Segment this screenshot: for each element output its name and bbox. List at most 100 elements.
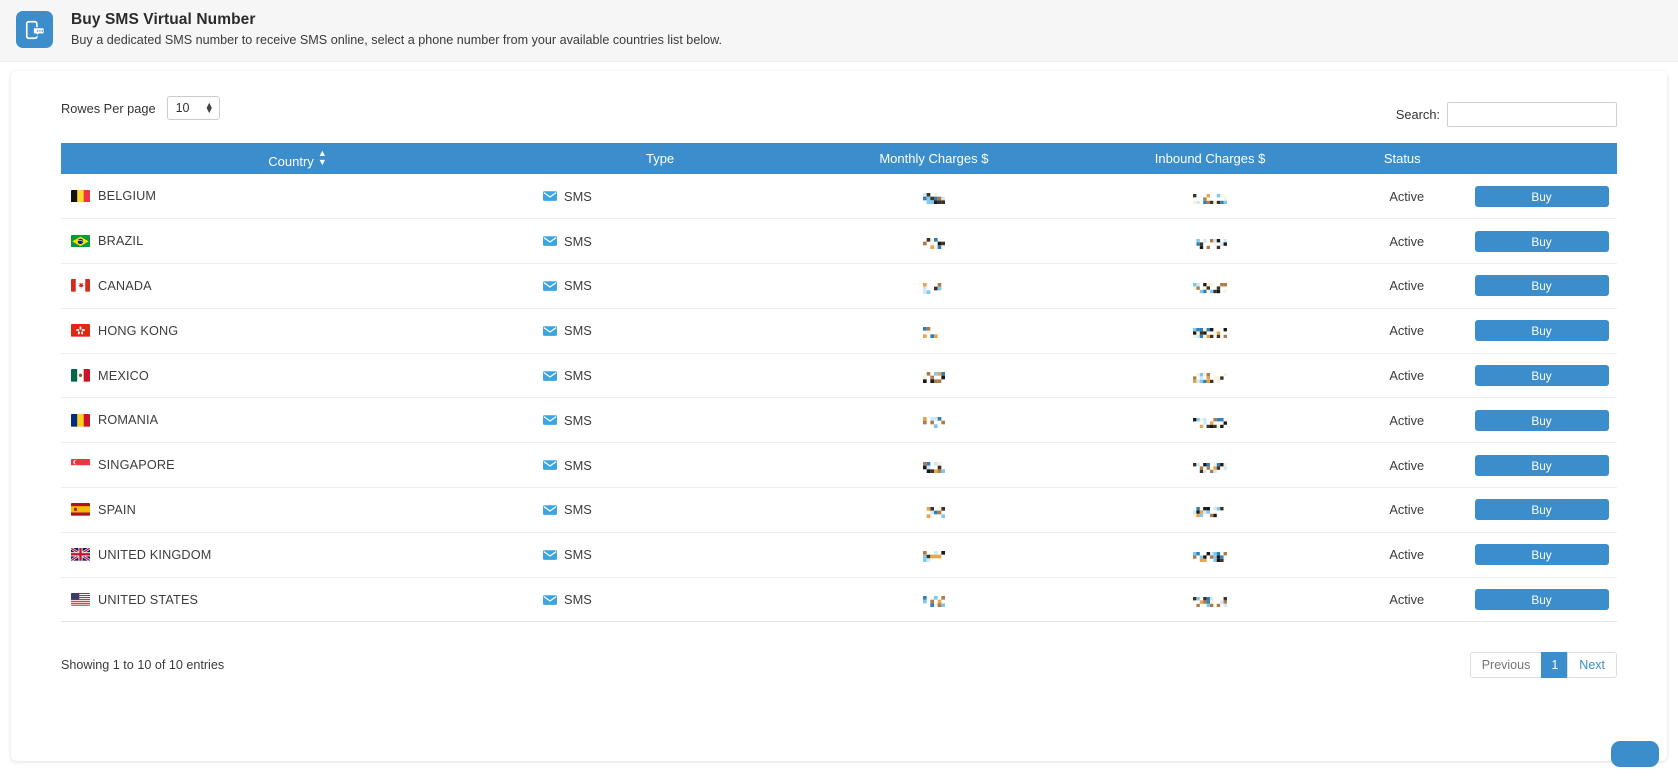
monthly-charge-value: [922, 461, 945, 473]
cell-type: SMS: [534, 442, 787, 489]
monthly-charge-value: [922, 550, 945, 563]
country-name: UNITED STATES: [98, 592, 199, 607]
cell-status: Active: [1338, 397, 1467, 444]
buy-button[interactable]: Buy: [1474, 454, 1609, 476]
pagination-previous[interactable]: Previous: [1469, 652, 1543, 679]
buy-button[interactable]: Buy: [1474, 320, 1609, 342]
buy-button[interactable]: Buy: [1474, 544, 1609, 566]
flag-united-states-icon: [71, 593, 90, 606]
cell-action: Buy: [1466, 532, 1617, 578]
search-input[interactable]: [1447, 102, 1617, 127]
pagination-page-1[interactable]: 1: [1541, 652, 1569, 679]
cell-country: BRAZIL: [61, 218, 535, 265]
envelope-icon: [543, 594, 558, 605]
cell-action: Buy: [1466, 487, 1617, 533]
cell-country: CANADA: [61, 263, 535, 309]
cell-country: HONG KONG: [61, 308, 535, 354]
monthly-charge-value: [922, 371, 945, 384]
monthly-charge-value: [922, 416, 945, 428]
type-label: SMS: [564, 592, 592, 608]
buy-button[interactable]: Buy: [1474, 365, 1609, 387]
cell-type: SMS: [534, 218, 787, 265]
rows-per-page-value: 10: [175, 101, 190, 115]
table-row: SPAIN SMS Active Buy: [61, 487, 1617, 533]
page-subtitle: Buy a dedicated SMS number to receive SM…: [71, 32, 723, 47]
envelope-icon: [543, 505, 558, 515]
status-badge: Active: [1389, 412, 1425, 428]
status-badge: Active: [1389, 278, 1425, 294]
cell-status: Active: [1338, 308, 1467, 354]
table-row: BRAZIL SMS Active Buy: [61, 218, 1617, 265]
cell-type: SMS: [534, 532, 787, 578]
cell-monthly-charges: [786, 353, 1082, 399]
type-label: SMS: [564, 233, 592, 249]
buy-button[interactable]: Buy: [1474, 185, 1609, 207]
cell-status: Active: [1338, 442, 1467, 489]
cell-monthly-charges: [786, 263, 1082, 309]
buy-button[interactable]: Buy: [1474, 589, 1609, 611]
table-toolbar: Rowes Per page 10 ▲ ▼ Search:: [61, 93, 1617, 143]
entries-info: Showing 1 to 10 of 10 entries: [61, 658, 225, 673]
cell-type: SMS: [534, 263, 787, 309]
stepper-updown-icon: ▲ ▼: [204, 100, 214, 115]
sms-device-icon: [16, 11, 53, 48]
table-row: BELGIUM SMS Active Buy: [61, 174, 1617, 220]
type-label: SMS: [564, 278, 592, 294]
envelope-icon: [543, 370, 558, 381]
cell-status: Active: [1338, 532, 1467, 578]
cell-status: Active: [1338, 174, 1467, 220]
virtual-numbers-table: Country ▲ ▼ Type Monthly Charges $ Inbound…: [61, 143, 1617, 623]
status-badge: Active: [1389, 457, 1425, 473]
flag-hong-kong-icon: [71, 324, 90, 337]
page-header: Buy SMS Virtual Number Buy a dedicated S…: [0, 0, 1678, 62]
cell-monthly-charges: [786, 397, 1082, 444]
buy-button[interactable]: Buy: [1474, 409, 1609, 431]
type-label: SMS: [564, 368, 592, 384]
status-badge: Active: [1389, 592, 1425, 608]
envelope-icon: [543, 236, 558, 246]
envelope-icon: [543, 191, 558, 201]
cell-monthly-charges: [786, 308, 1082, 354]
buy-button[interactable]: Buy: [1474, 230, 1609, 252]
cell-monthly-charges: [786, 218, 1082, 265]
search-control: Search:: [1396, 93, 1617, 127]
buy-button[interactable]: Buy: [1474, 275, 1609, 297]
cell-monthly-charges: [786, 577, 1082, 623]
cell-inbound-charges: [1081, 174, 1339, 220]
sort-toggle-icon[interactable]: ▲ ▼: [318, 148, 327, 167]
content-card: Rowes Per page 10 ▲ ▼ Search: Country ▲ ▼ T…: [11, 71, 1667, 767]
inbound-charge-value: [1193, 595, 1228, 608]
flag-belgium-icon: [71, 189, 90, 203]
monthly-charge-value: [923, 506, 945, 518]
cell-monthly-charges: [786, 487, 1082, 533]
envelope-icon: [543, 281, 558, 291]
cell-type: SMS: [534, 308, 787, 354]
column-header-country[interactable]: Country ▲ ▼: [61, 143, 535, 174]
cell-type: SMS: [534, 397, 787, 444]
buy-button[interactable]: Buy: [1474, 499, 1609, 521]
chat-widget-button[interactable]: [1611, 741, 1659, 767]
cell-country: BELGIUM: [61, 174, 535, 220]
country-name: BELGIUM: [98, 189, 157, 204]
flag-singapore-icon: [71, 458, 90, 472]
monthly-charge-value: [922, 282, 945, 294]
inbound-charge-value: [1193, 371, 1228, 384]
inbound-charge-value: [1193, 461, 1228, 473]
inbound-charge-value: [1193, 237, 1228, 249]
column-header-country-label: Country: [268, 153, 314, 169]
table-row: ROMANIA SMS Active Buy: [61, 397, 1617, 444]
inbound-charge-value: [1193, 416, 1228, 428]
table-row: UNITED STATES SMS Active Buy: [61, 577, 1617, 623]
cell-action: Buy: [1466, 263, 1617, 309]
type-label: SMS: [564, 457, 592, 473]
cell-action: Buy: [1466, 218, 1617, 265]
pagination-next[interactable]: Next: [1567, 652, 1617, 679]
rows-per-page-select[interactable]: 10 ▲ ▼: [166, 96, 220, 120]
cell-inbound-charges: [1081, 353, 1339, 399]
flag-canada-icon: [71, 279, 90, 293]
cell-inbound-charges: [1081, 397, 1339, 444]
cell-country: SINGAPORE: [61, 442, 535, 489]
inbound-charge-value: [1193, 192, 1228, 204]
inbound-charge-value: [1193, 550, 1228, 563]
cell-country: UNITED KINGDOM: [61, 532, 535, 578]
